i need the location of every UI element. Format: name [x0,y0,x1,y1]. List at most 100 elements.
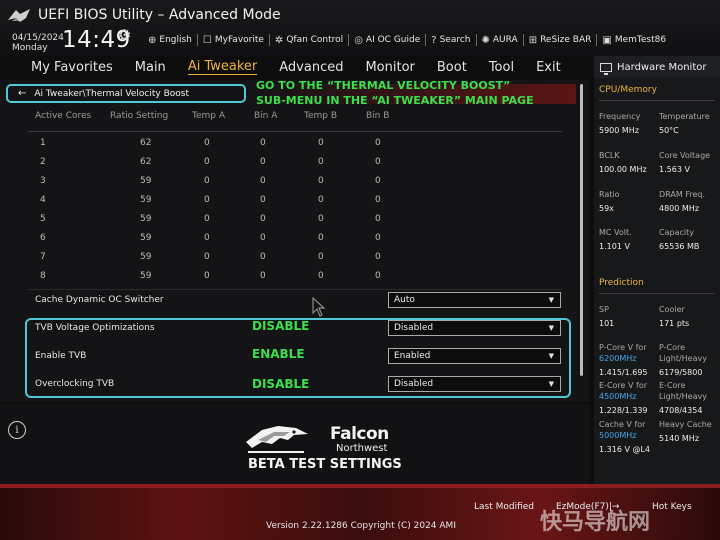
toolbar-separator [425,34,427,46]
back-arrow-icon[interactable]: ← [18,88,26,99]
table-row: 2 62 0 0 0 0 [0,152,590,171]
mouse-cursor-icon [312,297,326,317]
mc-volt-label: MC Volt. [599,228,632,237]
toolbar-item-memtest86[interactable]: ▣ MemTest86 [602,35,666,46]
table-cell: 59 [140,271,152,281]
toolbar-label: Qfan Control [286,35,344,45]
monitor-icon [600,62,612,75]
table-cell: 0 [375,195,381,205]
pcore-v-value: 1.415/1.695 [599,368,648,377]
toolbar-separator [268,34,270,46]
tvb-voltage-annotation: DISABLE [252,319,310,333]
tab-tool[interactable]: Tool [489,60,514,75]
cache-dynamic-value: Auto [394,295,415,305]
hardware-monitor-header: Hardware Monitor [594,56,720,78]
cache-dynamic-select[interactable]: Auto ▼ [388,292,561,308]
tab-main[interactable]: Main [135,60,166,75]
table-row: 8 59 0 0 0 0 [0,266,590,285]
table-cell: 0 [318,195,324,205]
ratio-value: 59x [599,204,614,213]
table-cell: 0 [375,214,381,224]
pcore-lh-value: 6179/5800 [659,368,703,377]
ecore-lh-value: 4708/4354 [659,406,703,415]
watermark-text: 快马导航网 [540,510,651,535]
toolbar-item-myfavorite[interactable]: ☐ MyFavorite [203,35,264,46]
table-cell: 0 [204,271,210,281]
toolbar-item-ai-oc-guide[interactable]: ◎ AI OC Guide [354,35,420,46]
table-cell: 0 [204,138,210,148]
enable-tvb-annotation: ENABLE [252,347,305,361]
table-cell: 0 [204,176,210,186]
table-cell: 0 [204,195,210,205]
scrollbar[interactable] [580,84,583,376]
toolbar-item-english[interactable]: ⊕ English [148,35,192,46]
cpu-memory-title: CPU/Memory [599,85,657,95]
aura-icon: ✺ [481,34,490,46]
table-cell: 0 [375,271,381,281]
core-voltage-label: Core Voltage [659,151,711,160]
table-cell: 0 [260,138,266,148]
tvb-voltage-select[interactable]: Disabled ▼ [388,320,561,336]
capacity-value: 65536 MB [659,242,700,251]
toolbar-item-resize-bar[interactable]: ⊞ ReSize BAR [529,35,592,46]
table-cell: 0 [318,233,324,243]
chevron-down-icon: ▼ [548,296,554,304]
pcore-v-freq: 6200MHz [599,354,637,363]
table-cell: 0 [318,214,324,224]
table-cell: 0 [204,252,210,262]
version-text: Version 2.22.1286 Copyright (C) 2024 AMI [266,521,456,531]
beta-banner: BETA TEST SETTINGS [248,457,402,472]
overclocking-tvb-select[interactable]: Disabled ▼ [388,376,561,392]
toolbar-item-aura[interactable]: ✺ AURA [482,35,518,46]
capacity-label: Capacity [659,228,694,237]
table-cell: 59 [140,195,152,205]
table-cell: 0 [204,157,210,167]
table-cell: 4 [40,195,46,205]
col-header-active-cores: Active Cores [35,111,92,121]
chevron-down-icon: ▼ [548,352,554,360]
table-cell: 0 [318,157,324,167]
cpu-memory-divider [599,100,715,101]
tab-my-favorites[interactable]: My Favorites [31,60,113,75]
toolbar-label: AURA [492,35,518,45]
table-row: 1 62 0 0 0 0 [0,133,590,152]
info-icon[interactable]: i [8,421,26,439]
sp-label: SP [599,305,609,314]
heavy-cache-value: 5140 MHz [659,434,700,443]
breadcrumb-text: Ai Tweaker\Thermal Velocity Boost [34,88,189,99]
col-header-temp-b: Temp B [304,111,338,121]
table-cell: 0 [204,233,210,243]
frequency-value: 5900 MHz [599,126,640,135]
cache-dynamic-label: Cache Dynamic OC Switcher [35,295,164,305]
window-title: UEFI BIOS Utility – Advanced Mode [38,7,281,23]
tab-ai-tweaker[interactable]: Ai Tweaker [187,59,258,75]
table-cell: 59 [140,233,152,243]
table-cell: 0 [375,233,381,243]
cooler-value: 171 pts [659,319,690,328]
table-row: 7 59 0 0 0 0 [0,247,590,266]
pcore-lh-label-2: Light/Heavy [659,354,707,363]
tab-monitor[interactable]: Monitor [365,60,414,75]
ratio-table: 1 62 0 0 0 0 2 62 0 0 0 0 3 59 0 0 0 0 4 59 0 0 0 0 5 59 0 0 0 0 6 59 0 0… [0,133,590,285]
cache-v-label: Cache V for [599,420,646,429]
table-row: 5 59 0 0 0 0 [0,209,590,228]
toolbar-item-search[interactable]: ? Search [431,35,470,46]
enable-tvb-select[interactable]: Enabled ▼ [388,348,561,364]
tvb-voltage-value: Disabled [394,323,434,333]
heavy-cache-label: Heavy Cache [659,420,712,429]
breadcrumb[interactable]: ← Ai Tweaker\Thermal Velocity Boost [6,84,246,103]
toolbar-item-qfan-control[interactable]: ✲ Qfan Control [275,35,343,46]
tab-boot[interactable]: Boot [437,60,467,75]
toolbar-label: AI OC Guide [365,35,421,45]
toolbar-separator [596,34,598,46]
gear-icon[interactable]: ⚙ [118,26,131,44]
main-tabs: My Favorites Main Ai Tweaker Advanced Monito… [0,56,590,78]
tab-exit[interactable]: Exit [536,60,561,75]
toolbar-separator [196,34,198,46]
last-modified-button[interactable]: Last Modified [474,502,534,512]
table-cell: 1 [40,138,46,148]
chevron-down-icon: ▼ [548,380,554,388]
tab-advanced[interactable]: Advanced [279,60,343,75]
table-cell: 2 [40,157,46,167]
temperature-value: 50°C [659,126,679,135]
